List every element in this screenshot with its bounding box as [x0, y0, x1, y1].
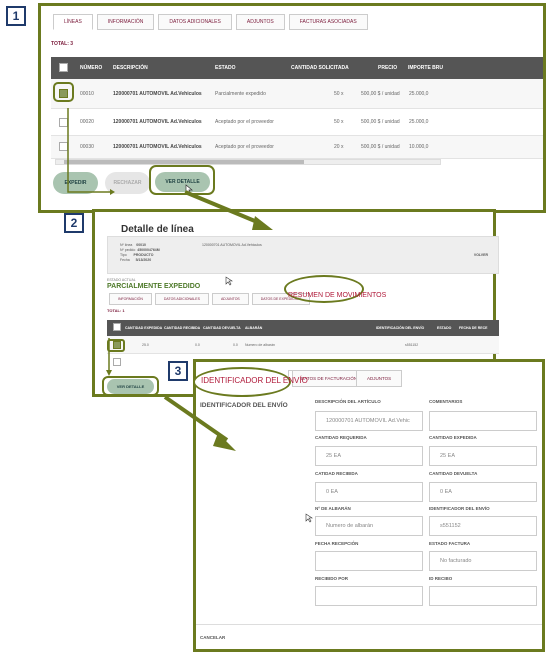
step-1-badge: 1: [6, 6, 26, 26]
step-arrow-icon: [67, 108, 273, 451]
step-2-badge: 2: [64, 213, 84, 233]
step-3-badge: 3: [168, 361, 188, 381]
